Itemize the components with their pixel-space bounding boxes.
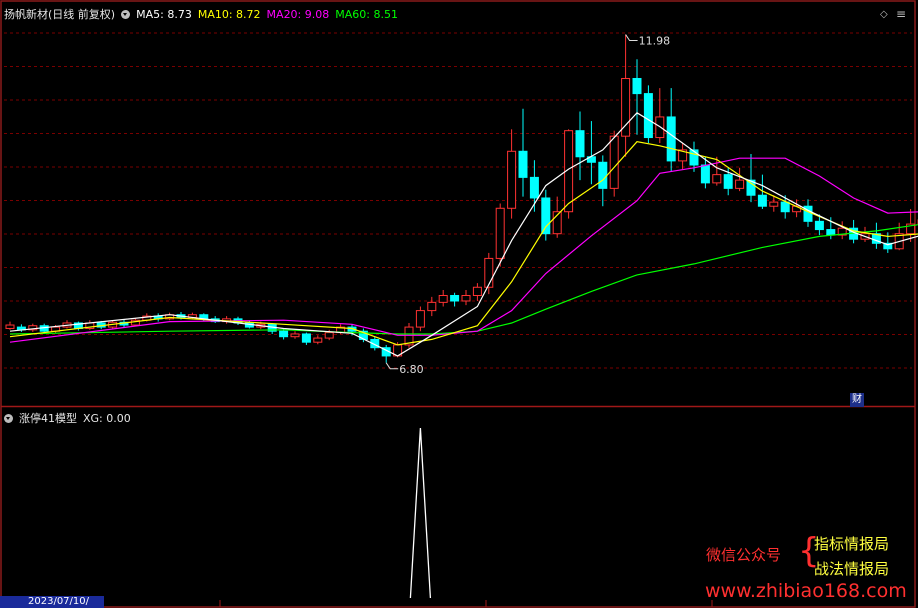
- candle-body: [826, 229, 836, 236]
- candle-body: [290, 333, 300, 338]
- candle-body: [518, 150, 528, 178]
- candle-body: [313, 337, 323, 343]
- date-label: 2023/07/10/: [28, 596, 90, 607]
- indicator-layer: [409, 427, 432, 599]
- dropdown-icon[interactable]: [121, 9, 131, 19]
- watermark-left: 微信公众号: [706, 546, 782, 564]
- xg-signal: [409, 427, 432, 599]
- ma60-legend: MA60: 8.51: [335, 7, 398, 21]
- candle-body: [461, 294, 471, 302]
- candle-body: [279, 330, 289, 338]
- candle-body: [598, 161, 608, 189]
- candle-body: [666, 116, 676, 162]
- date-cursor-box[interactable]: 2023/07/10/: [0, 596, 104, 608]
- candle-body: [484, 257, 494, 288]
- candle-body: [541, 197, 551, 235]
- watermark-url: www.zhibiao168.com: [705, 580, 907, 602]
- outer-border: [0, 0, 916, 608]
- candles-layer[interactable]: [5, 34, 918, 363]
- candle-body: [757, 194, 767, 207]
- candle-body: [472, 286, 482, 296]
- candle-body: [769, 201, 779, 207]
- watermark-right-top: 指标情报局: [814, 535, 890, 553]
- panel-borders: [0, 0, 916, 608]
- ma20-legend: MA20: 9.08: [266, 7, 330, 21]
- candle-body: [415, 310, 425, 328]
- indicator-xg: XG: 0.00: [83, 411, 131, 425]
- high-price-label: 11.98: [639, 35, 671, 48]
- candle-body: [609, 135, 619, 189]
- candle-body: [700, 164, 710, 184]
- low-price-label: 6.80: [399, 363, 424, 376]
- candle-body: [689, 149, 699, 166]
- candle-body: [735, 179, 745, 189]
- candle-body: [507, 150, 517, 209]
- candle-body: [723, 174, 733, 189]
- candle-body: [529, 176, 539, 199]
- ma5-legend: MA5: 8.73: [136, 7, 192, 21]
- diamond-icon[interactable]: ◇: [880, 9, 888, 20]
- candle-body: [575, 130, 585, 158]
- dropdown-icon[interactable]: [4, 413, 13, 423]
- candle-body: [5, 324, 15, 329]
- candle-body: [495, 207, 505, 259]
- candle-body: [450, 294, 460, 302]
- candle-body: [643, 93, 653, 139]
- indicator-title[interactable]: 涨停41模型: [19, 410, 77, 426]
- candle-body: [438, 294, 448, 303]
- menu-lines-icon[interactable]: ≡: [896, 7, 906, 21]
- candle-body: [324, 332, 334, 339]
- candle-body: [632, 77, 642, 95]
- ma-legend: MA5: 8.73 MA10: 8.72 MA20: 9.08 MA60: 8.…: [136, 8, 398, 21]
- candle-body: [301, 333, 311, 343]
- candle-body: [712, 174, 722, 184]
- stock-title[interactable]: 扬帆新材(日线 前复权): [4, 6, 115, 22]
- high-pointer: [625, 34, 638, 42]
- candle-body: [427, 301, 437, 312]
- chart-frame: 11.98 6.80: [0, 0, 918, 608]
- candle-body: [780, 201, 790, 213]
- financial-report-badge[interactable]: 财: [850, 393, 864, 407]
- ma10-legend: MA10: 8.72: [197, 7, 261, 21]
- indicator-header: 涨停41模型 XG: 0.00: [4, 410, 131, 426]
- candle-body: [814, 220, 824, 231]
- price-header: 扬帆新材(日线 前复权) MA5: 8.73 MA10: 8.72 MA20: …: [4, 6, 398, 22]
- x-axis: [219, 600, 713, 607]
- watermark-right-bottom: 战法情报局: [814, 560, 890, 578]
